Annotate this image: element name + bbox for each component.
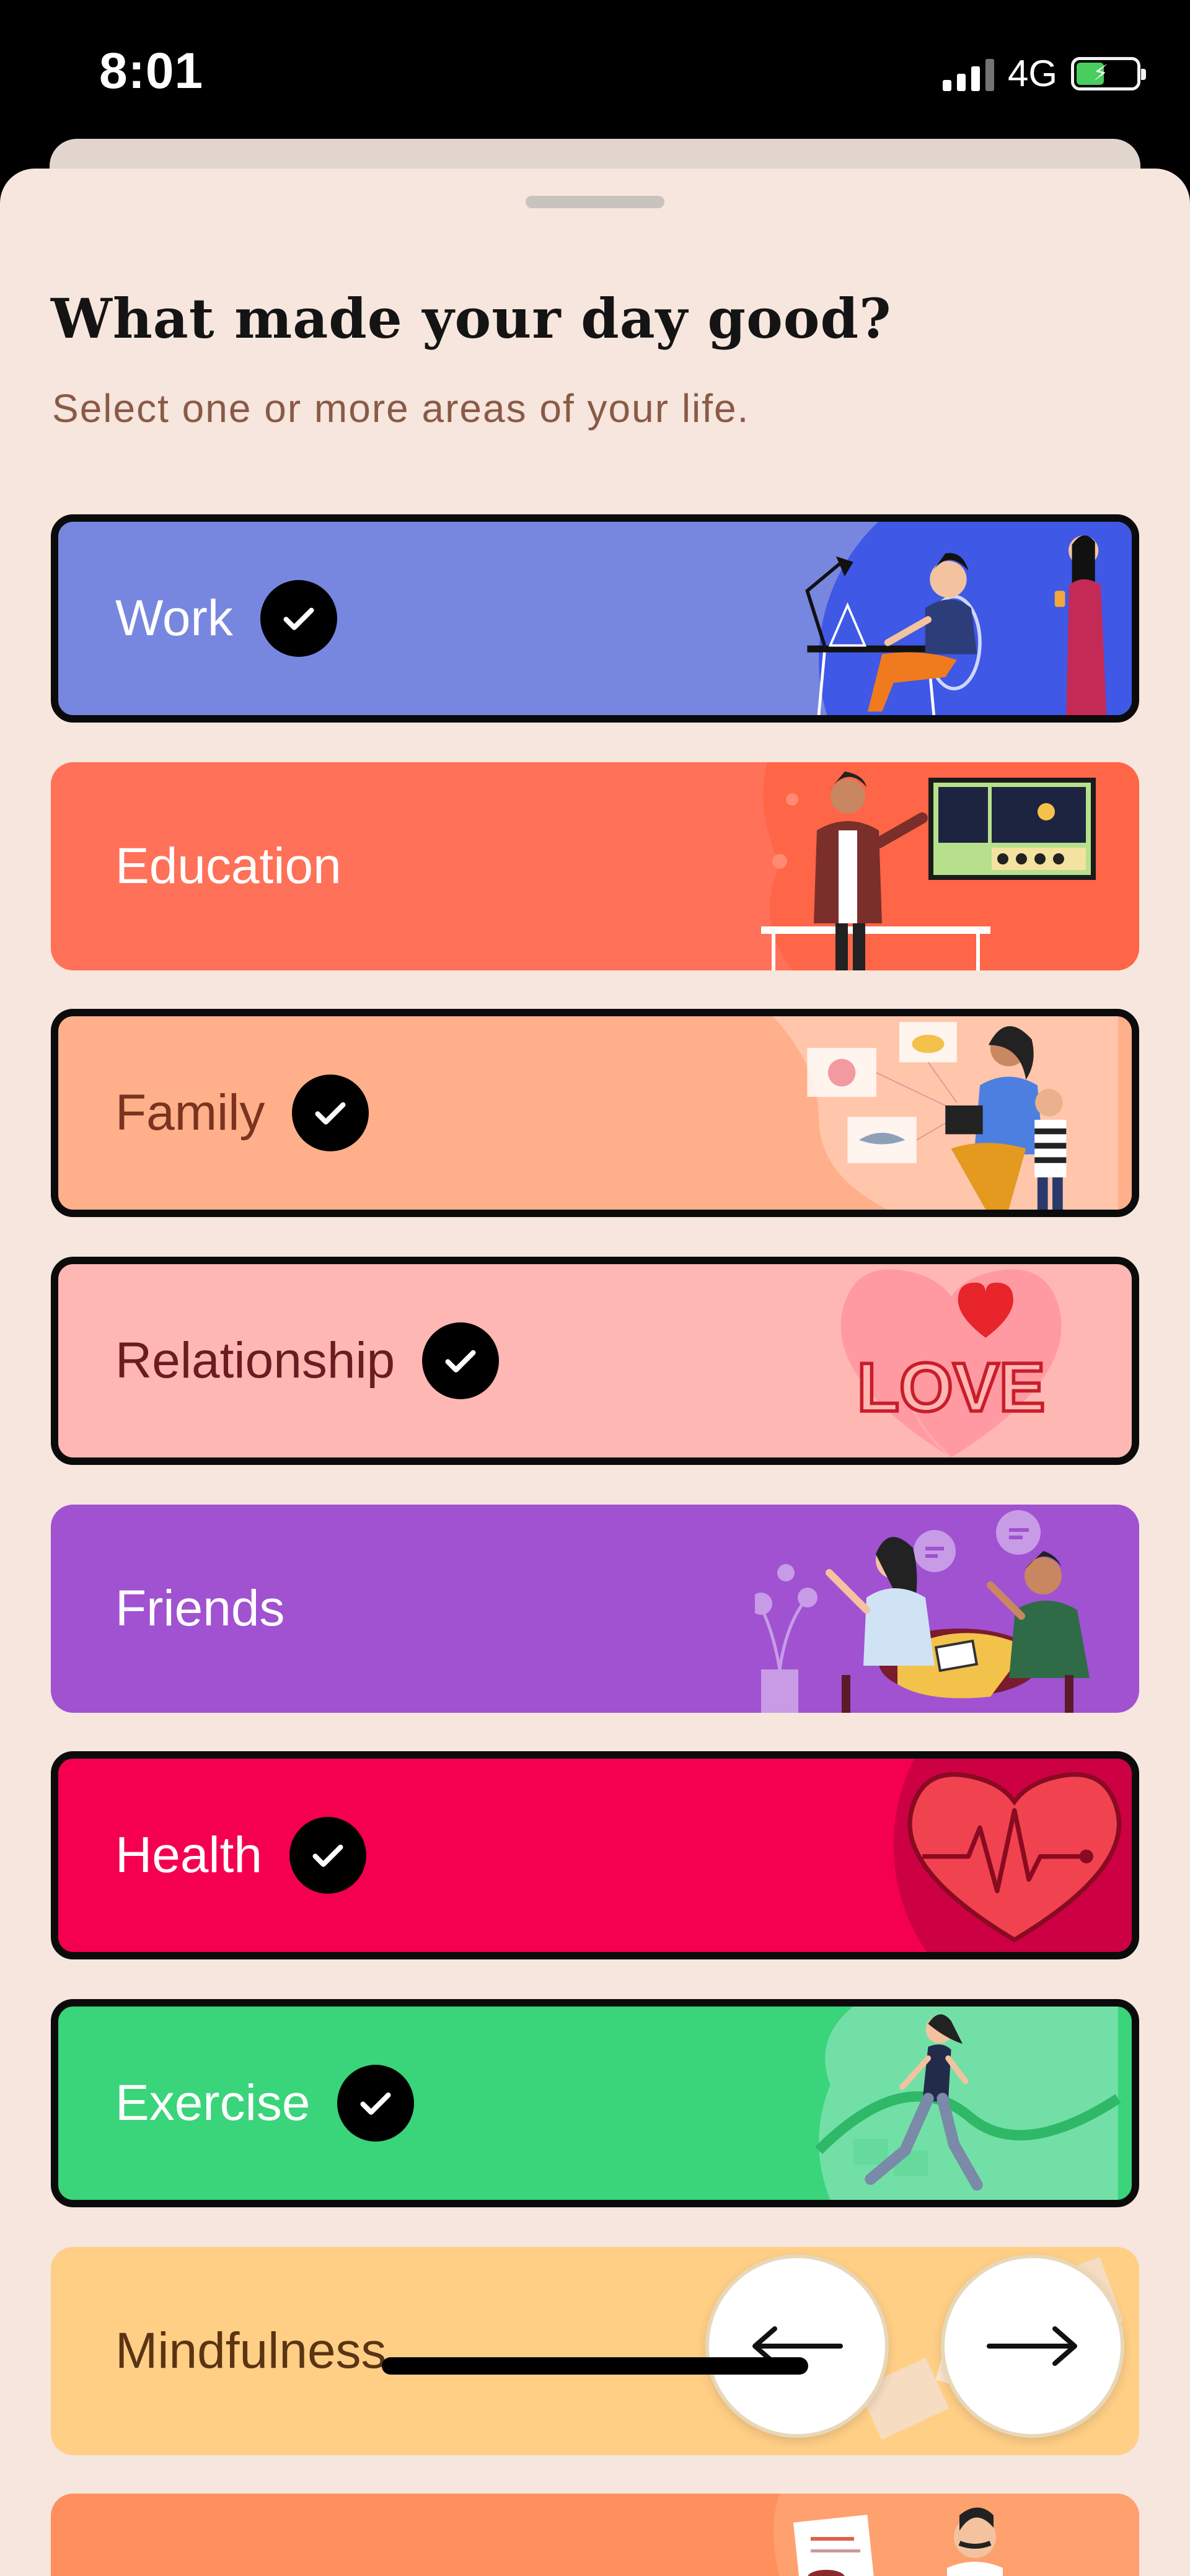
battery-charging-icon: ⚡: [1071, 56, 1146, 90]
category-card-relationship[interactable]: Relationship LOVE: [51, 1257, 1139, 1465]
chef-illustration: [755, 2494, 1139, 2576]
runner-illustration: [815, 2007, 1121, 2200]
svg-text:LOVE: LOVE: [857, 1348, 1045, 1426]
category-card-next[interactable]: [51, 2494, 1139, 2576]
next-button[interactable]: [941, 2254, 1124, 2438]
category-card-education[interactable]: Education: [51, 762, 1139, 970]
status-bar: 8:01 4G ⚡: [0, 0, 1190, 143]
category-label: Relationship: [115, 1332, 395, 1389]
category-card-health[interactable]: Health: [51, 1751, 1139, 1959]
checkmark-icon: [289, 1817, 367, 1894]
checkmark-icon: [260, 580, 337, 657]
category-card-exercise[interactable]: Exercise: [51, 1999, 1139, 2207]
checkmark-icon: [337, 2065, 415, 2142]
checkmark-icon: [422, 1322, 500, 1399]
person-at-desk-illustration: [805, 522, 1132, 715]
category-label: Education: [115, 838, 342, 894]
bottom-sheet: What made your day good? Select one or m…: [0, 169, 1190, 2576]
love-heart-illustration: LOVE: [840, 1269, 1062, 1457]
status-indicators: 4G ⚡: [942, 52, 1146, 95]
teacher-board-illustration: [761, 762, 1139, 970]
family-illustration: [761, 1016, 1118, 1210]
sheet-grabber[interactable]: [526, 196, 664, 208]
home-indicator[interactable]: [382, 2357, 808, 2375]
category-label: Health: [115, 1827, 263, 1883]
page-title: What made your day good?: [51, 286, 892, 351]
category-label: Work: [115, 590, 233, 646]
arrow-right-icon: [987, 2326, 1077, 2366]
category-card-friends[interactable]: Friends: [51, 1505, 1139, 1713]
status-time: 8:01: [99, 43, 204, 99]
page-subtitle: Select one or more areas of your life.: [52, 386, 750, 431]
heartbeat-illustration: [893, 1759, 1132, 1952]
category-label: Family: [115, 1084, 265, 1141]
friends-talking-illustration: [755, 1510, 1090, 1713]
network-type: 4G: [1007, 53, 1057, 94]
category-label: Friends: [115, 1580, 285, 1637]
checkmark-icon: [292, 1075, 369, 1151]
back-button[interactable]: [705, 2254, 889, 2438]
category-label: Exercise: [115, 2075, 311, 2131]
category-card-work[interactable]: Work: [51, 514, 1139, 723]
category-label: Mindfulness: [115, 2323, 387, 2379]
category-card-family[interactable]: Family: [51, 1009, 1139, 1217]
cellular-signal-icon: [942, 56, 994, 91]
